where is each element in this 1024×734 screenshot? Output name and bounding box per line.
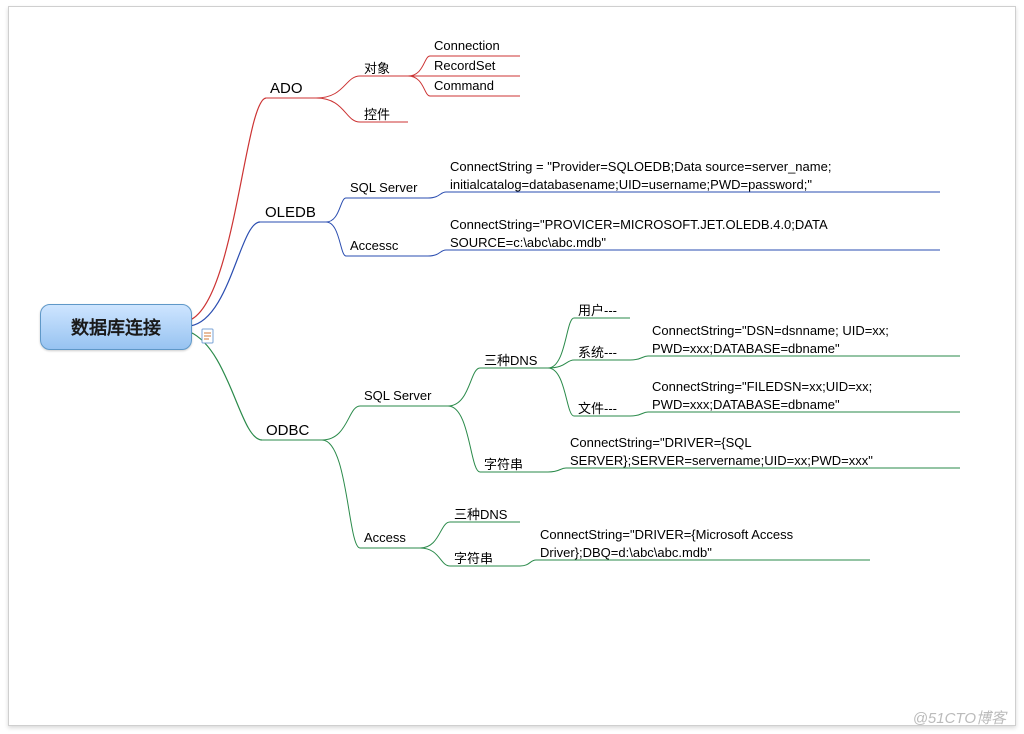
- odbc-astrconn-node[interactable]: ConnectString="DRIVER={Microsoft Access …: [540, 526, 870, 561]
- odbc-file-node[interactable]: 文件---: [578, 398, 617, 417]
- ado-recordset-node[interactable]: RecordSet: [434, 58, 495, 73]
- odbc-string-node[interactable]: 字符串: [484, 454, 523, 473]
- odbc-user-node[interactable]: 用户---: [578, 300, 617, 319]
- mindmap-canvas: 数据库连接 ADO 对象 控件 Connection RecordSet Com…: [0, 0, 1024, 734]
- oledb-sqlserver-node[interactable]: SQL Server: [350, 180, 417, 195]
- odbc-system-node[interactable]: 系统---: [578, 342, 617, 361]
- root-node[interactable]: 数据库连接: [40, 304, 192, 350]
- watermark: @51CTO博客: [913, 707, 1006, 728]
- oledb-accconn-node[interactable]: ConnectString="PROVICER=MICROSOFT.JET.OL…: [450, 216, 850, 251]
- ado-object-node[interactable]: 对象: [364, 58, 390, 77]
- ado-connection-node[interactable]: Connection: [434, 38, 500, 53]
- odbc-node[interactable]: ODBC: [266, 422, 309, 439]
- oledb-sqlconn-node[interactable]: ConnectString = "Provider=SQLOEDB;Data s…: [450, 158, 850, 193]
- oledb-node[interactable]: OLEDB: [265, 204, 316, 221]
- odbc-astring-node[interactable]: 字符串: [454, 548, 493, 567]
- ado-command-node[interactable]: Command: [434, 78, 494, 93]
- note-icon[interactable]: [200, 328, 216, 344]
- root-label: 数据库连接: [71, 314, 161, 340]
- odbc-dns-node[interactable]: 三种DNS: [484, 350, 537, 369]
- odbc-fileconn-node[interactable]: ConnectString="FILEDSN=xx;UID=xx; PWD=xx…: [652, 378, 952, 413]
- ado-node[interactable]: ADO: [270, 80, 303, 97]
- odbc-adns-node[interactable]: 三种DNS: [454, 504, 507, 523]
- odbc-access-node[interactable]: Access: [364, 530, 406, 545]
- oledb-access-node[interactable]: Accessc: [350, 238, 398, 253]
- odbc-sysconn-node[interactable]: ConnectString="DSN=dsnname; UID=xx; PWD=…: [652, 322, 952, 357]
- odbc-sqlserver-node[interactable]: SQL Server: [364, 388, 431, 403]
- odbc-strconn-node[interactable]: ConnectString="DRIVER={SQL SERVER};SERVE…: [570, 434, 950, 469]
- ado-control-node[interactable]: 控件: [364, 104, 390, 123]
